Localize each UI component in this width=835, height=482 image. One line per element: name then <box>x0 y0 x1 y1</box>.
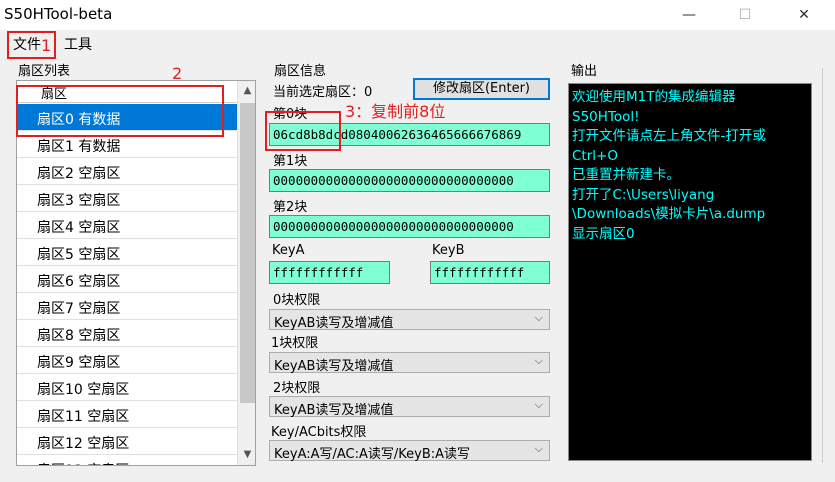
list-item[interactable]: 扇区8 空扇区 <box>17 320 237 347</box>
list-item[interactable]: 扇区5 空扇区 <box>17 239 237 266</box>
list-scrollbar[interactable]: ▲ ▼ <box>237 81 255 465</box>
sector-list-label: 扇区列表 <box>18 64 71 79</box>
annotation-box-2 <box>16 85 224 137</box>
menu-tools[interactable]: 工具 <box>64 34 92 54</box>
maximize-button[interactable]: ☐ <box>722 0 768 30</box>
block1-field[interactable]: 00000000000000000000000000000000 <box>269 169 550 192</box>
perm0-label: 0块权限 <box>273 293 321 308</box>
chevron-down-icon: ⌵ <box>534 311 543 324</box>
list-item[interactable]: 扇区3 空扇区 <box>17 185 237 212</box>
list-item-label: 扇区7 空扇区 <box>37 301 121 317</box>
chevron-down-icon: ⌵ <box>534 442 543 455</box>
window-title: S50HTool-beta <box>4 5 113 23</box>
list-item[interactable]: 扇区12 空扇区 <box>17 428 237 455</box>
list-item-label: 扇区9 空扇区 <box>37 355 121 371</box>
list-item[interactable]: 扇区6 空扇区 <box>17 266 237 293</box>
keyb-label: KeyB <box>432 243 465 258</box>
perm1-label: 1块权限 <box>271 336 319 351</box>
scroll-up-icon[interactable]: ▲ <box>238 81 255 101</box>
minimize-button[interactable]: — <box>666 0 712 30</box>
list-item-label: 扇区11 空扇区 <box>37 409 130 425</box>
perm0-select[interactable]: KeyAB读写及增减值 ⌵ <box>269 309 550 331</box>
output-console[interactable]: 欢迎使用M1T的集成编辑器 S50HTool! 打开文件请点左上角文件-打开或 … <box>568 83 812 461</box>
list-item-label: 扇区2 空扇区 <box>37 166 121 182</box>
annotation-number-1: 1 <box>41 36 52 55</box>
keya-field[interactable]: ffffffffffff <box>269 261 390 284</box>
permkey-select[interactable]: KeyA:A写/AC:A读写/KeyB:A读写 ⌵ <box>269 440 550 462</box>
list-item-label: 扇区12 空扇区 <box>37 436 130 452</box>
scroll-thumb[interactable] <box>240 103 255 403</box>
close-button[interactable]: ✕ <box>781 0 827 30</box>
modify-sector-button[interactable]: 修改扇区(Enter) <box>413 78 550 100</box>
list-item[interactable]: 扇区9 空扇区 <box>17 347 237 374</box>
perm2-select[interactable]: KeyAB读写及增减值 ⌵ <box>269 396 550 418</box>
list-item[interactable]: 扇区2 空扇区 <box>17 158 237 185</box>
list-item-label: 扇区6 空扇区 <box>37 274 121 290</box>
perm0-value: KeyAB读写及增减值 <box>274 316 394 331</box>
list-item[interactable]: 扇区4 空扇区 <box>17 212 237 239</box>
sector-listbox[interactable]: 扇区 扇区0 有数据 扇区1 有数据 扇区2 空扇区 扇区3 空扇区 扇区4 空扇区 扇区… <box>16 80 256 466</box>
block2-label: 第2块 <box>273 200 308 215</box>
permkey-value: KeyA:A写/AC:A读写/KeyB:A读写 <box>274 447 471 462</box>
list-item-label: 扇区13 空扇区 <box>37 460 129 465</box>
title-bar: S50HTool-beta — ☐ ✕ <box>0 0 835 30</box>
perm2-value: KeyAB读写及增减值 <box>274 403 394 418</box>
sector-info-label: 扇区信息 <box>274 64 327 79</box>
chevron-down-icon: ⌵ <box>534 398 543 411</box>
list-item[interactable]: 扇区10 空扇区 <box>17 374 237 401</box>
right-scrollbar[interactable] <box>822 68 835 463</box>
list-item-label: 扇区4 空扇区 <box>37 220 121 236</box>
list-item[interactable]: 扇区13 空扇区 <box>17 455 237 465</box>
list-item[interactable]: 扇区7 空扇区 <box>17 293 237 320</box>
list-item-label: 扇区5 空扇区 <box>37 247 121 263</box>
perm1-value: KeyAB读写及增减值 <box>274 359 394 374</box>
perm2-label: 2块权限 <box>273 381 321 396</box>
perm1-select[interactable]: KeyAB读写及增减值 ⌵ <box>269 352 550 374</box>
list-item-label: 扇区10 空扇区 <box>37 382 130 398</box>
list-item-label: 扇区3 空扇区 <box>37 193 121 209</box>
output-label: 输出 <box>571 64 598 79</box>
keyb-field[interactable]: ffffffffffff <box>430 261 550 284</box>
annotation-number-2: 2 <box>172 64 183 83</box>
annotation-box-3 <box>265 111 341 151</box>
scroll-down-icon[interactable]: ▼ <box>238 445 255 465</box>
chevron-down-icon: ⌵ <box>534 354 543 367</box>
list-item-label: 扇区8 空扇区 <box>37 328 121 344</box>
block1-label: 第1块 <box>273 154 308 169</box>
permkey-label: Key/ACbits权限 <box>271 425 367 440</box>
block2-field[interactable]: 00000000000000000000000000000000 <box>269 215 550 238</box>
list-item-label: 扇区1 有数据 <box>37 139 121 155</box>
keya-label: KeyA <box>272 243 305 258</box>
annotation-label-3: 3：复制前8位 <box>345 102 446 121</box>
menu-bar: 文件 工具 <box>0 30 835 56</box>
list-item[interactable]: 扇区11 空扇区 <box>17 401 237 428</box>
